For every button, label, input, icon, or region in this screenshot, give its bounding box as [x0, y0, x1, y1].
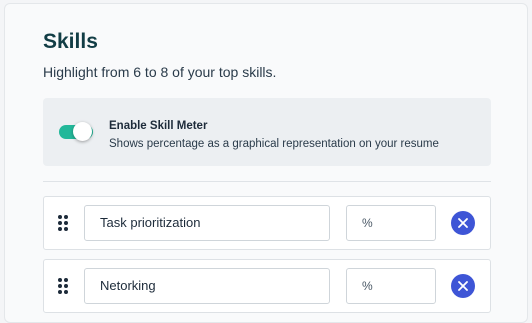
skill-row: Netorking % [43, 259, 491, 313]
skill-meter-title: Enable Skill Meter [109, 120, 208, 132]
skill-name-input[interactable]: Netorking [84, 268, 330, 304]
close-icon [458, 218, 468, 228]
divider [43, 181, 491, 182]
skill-meter-description: Shows percentage as a graphical represen… [109, 138, 439, 150]
skill-percent-input[interactable]: % [346, 205, 436, 241]
page-subtitle: Highlight from 6 to 8 of your top skills… [43, 64, 277, 80]
skill-name-input[interactable]: Task prioritization [84, 205, 330, 241]
skill-percent-input[interactable]: % [346, 268, 436, 304]
skill-meter-panel: Enable Skill Meter Shows percentage as a… [43, 98, 491, 166]
page-title: Skills [43, 30, 98, 53]
skill-row: Task prioritization % [43, 196, 491, 250]
drag-handle-icon[interactable] [58, 215, 68, 231]
skills-card: Skills Highlight from 6 to 8 of your top… [4, 3, 528, 323]
remove-skill-button[interactable] [451, 211, 475, 235]
toggle-knob[interactable] [73, 122, 92, 141]
remove-skill-button[interactable] [451, 274, 475, 298]
close-icon [458, 281, 468, 291]
drag-handle-icon[interactable] [58, 278, 68, 294]
